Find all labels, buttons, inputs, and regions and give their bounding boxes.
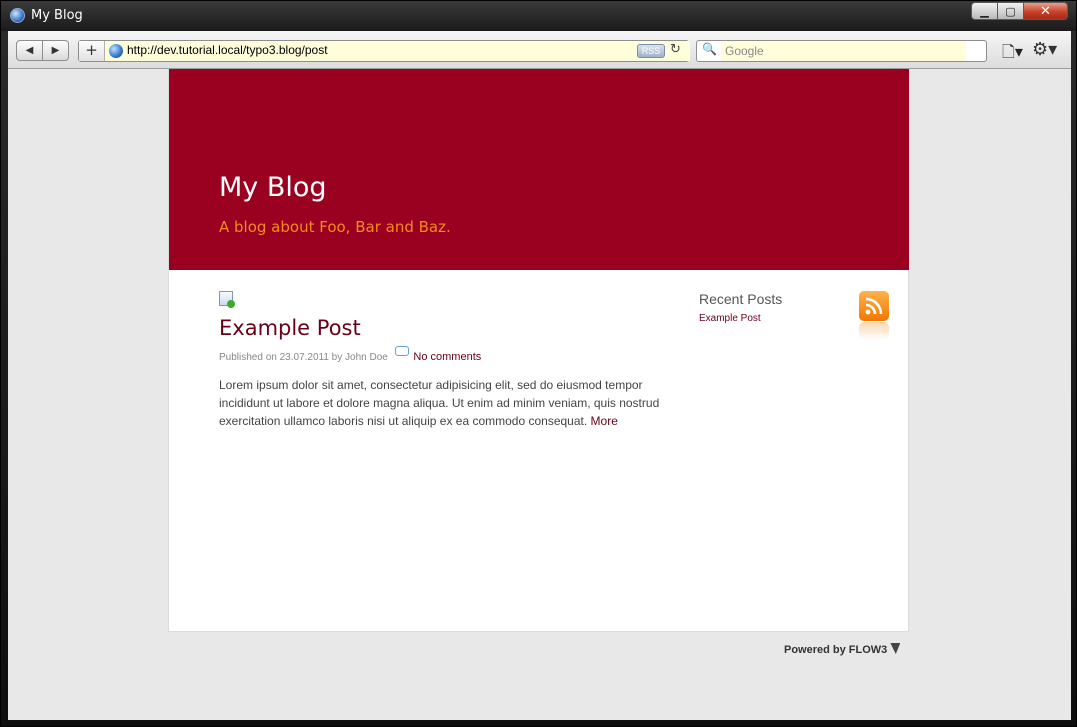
page-viewport: My Blog A blog about Foo, Bar and Baz. E… <box>8 69 1071 720</box>
recent-posts-heading: Recent Posts <box>699 291 783 307</box>
minimize-button[interactable]: ▁ <box>971 2 998 20</box>
page-menu-icon[interactable]: 🗋▾ <box>1002 41 1023 68</box>
close-button[interactable]: ✕ <box>1023 2 1068 20</box>
powered-by-text: Powered by FLOW3 <box>784 644 888 656</box>
comment-icon <box>394 346 409 356</box>
rss-feed-icon[interactable] <box>859 291 889 321</box>
globe-icon <box>109 44 123 58</box>
reload-icon[interactable]: ↻ <box>670 42 681 57</box>
search-bar[interactable]: 🔍 Google <box>696 40 987 62</box>
maximize-button[interactable]: ▢ <box>997 2 1024 20</box>
add-bookmark-icon[interactable]: + <box>79 41 105 61</box>
search-icon[interactable]: 🔍 <box>702 42 717 56</box>
browser-toolbar: ◀ ▶ + http://dev.tutorial.local/typo3.bl… <box>8 31 1071 69</box>
blog-title: My Blog <box>219 172 327 203</box>
more-link[interactable]: More <box>591 414 618 428</box>
forward-icon: ▶ <box>51 45 60 56</box>
comments-link[interactable]: No comments <box>413 351 481 363</box>
back-button[interactable]: ◀ <box>16 40 43 61</box>
recent-post-link[interactable]: Example Post <box>699 313 761 324</box>
gear-icon[interactable]: ⚙▾ <box>1032 39 1057 60</box>
post-title[interactable]: Example Post <box>219 316 361 340</box>
post-meta: Published on 23.07.2011 by John Doe No c… <box>219 346 481 363</box>
back-icon: ◀ <box>25 45 34 56</box>
forward-button[interactable]: ▶ <box>42 40 69 61</box>
powered-by-footer: Powered by FLOW3 <box>784 642 901 656</box>
flow3-logo-icon <box>890 643 901 654</box>
search-input[interactable]: Google <box>725 44 764 58</box>
address-bar[interactable]: + http://dev.tutorial.local/typo3.blog/p… <box>78 40 690 62</box>
nav-buttons: ◀ ▶ <box>16 40 69 61</box>
title-bar: My Blog ▁ ▢ ✕ <box>1 1 1076 31</box>
rss-button[interactable]: RSS <box>637 44 665 58</box>
rss-icon-reflection <box>859 322 889 340</box>
window-title: My Blog <box>31 8 83 23</box>
url-input[interactable]: http://dev.tutorial.local/typo3.blog/pos… <box>127 43 328 57</box>
browser-window: My Blog ▁ ▢ ✕ ◀ ▶ + http://dev.tutorial.… <box>0 0 1077 727</box>
window-controls: ▁ ▢ ✕ <box>971 2 1068 20</box>
header-banner: My Blog A blog about Foo, Bar and Baz. <box>169 69 909 270</box>
blog-page: My Blog A blog about Foo, Bar and Baz. E… <box>168 69 909 632</box>
blog-subtitle: A blog about Foo, Bar and Baz. <box>219 218 451 236</box>
new-post-icon[interactable] <box>219 291 235 308</box>
browser-app-icon <box>10 8 25 23</box>
post-excerpt: Lorem ipsum dolor sit amet, consectetur … <box>219 376 671 430</box>
published-info: Published on 23.07.2011 by John Doe <box>219 352 388 363</box>
